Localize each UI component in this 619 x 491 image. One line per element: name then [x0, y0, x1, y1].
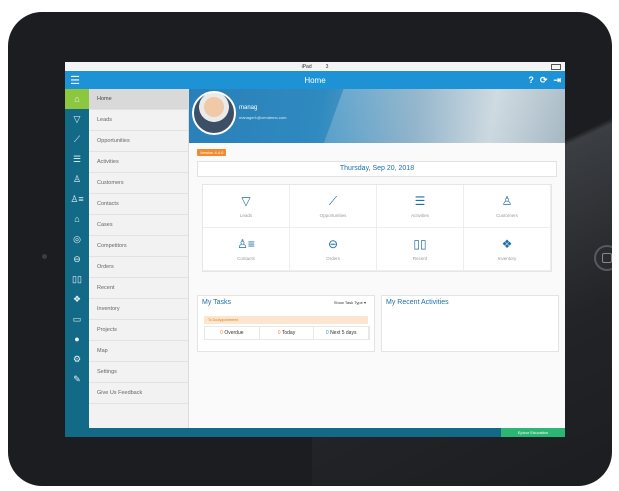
today-count[interactable]: 0 Today	[260, 327, 315, 339]
gear-icon[interactable]: ⚙	[65, 349, 89, 369]
sidebar-item-cases[interactable]: Cases	[89, 215, 188, 236]
app-screen: iPad 3 ☰ Home ? ⟳ ⇥ ⌂ ▽ ⟋ ☰ ♙ ♙≡ ⌂ ◎ ⊖ ▯…	[65, 62, 565, 437]
main-content: manag manager1@crmdemo.com Version 4.4.0…	[189, 89, 565, 428]
list-icon[interactable]: ☰	[65, 149, 89, 169]
sidebar-item-recent[interactable]: Recent	[89, 278, 188, 299]
icon-rail: ⌂ ▽ ⟋ ☰ ♙ ♙≡ ⌂ ◎ ⊖ ▯▯ ❖ ▭ ● ⚙ ✎	[65, 89, 89, 428]
task-counts: 0 Overdue 0 Today 0 Next 5 days	[204, 326, 370, 340]
sidebar-item-competitors[interactable]: Competitors	[89, 236, 188, 257]
my-tasks-panel: My Tasks Show Task Type ▾ To Do/Appointm…	[197, 295, 375, 352]
person-icon[interactable]: ♙	[65, 169, 89, 189]
tile-customers[interactable]: ♙ Customers	[464, 185, 551, 228]
task-type-filter[interactable]: Show Task Type ▾	[334, 300, 366, 305]
overdue-count[interactable]: 0 Overdue	[205, 327, 260, 339]
profile-banner: manag manager1@crmdemo.com	[189, 89, 565, 143]
trend-icon[interactable]: ⟋	[65, 129, 89, 149]
contacts-icon[interactable]: ♙≡	[65, 189, 89, 209]
contacts-icon: ♙≡	[237, 236, 255, 251]
basket-icon: ⊖	[327, 236, 339, 251]
user-email: manager1@crmdemo.com	[239, 115, 287, 120]
clock: 3	[325, 63, 329, 70]
book-icon: ▯▯	[413, 236, 427, 251]
version-badge: Version 4.4.0	[197, 149, 227, 156]
sidebar-item-settings[interactable]: Settings	[89, 362, 188, 383]
user-name: manag	[239, 105, 258, 111]
avatar[interactable]	[192, 91, 236, 135]
sidebar-item-contacts[interactable]: Contacts	[89, 194, 188, 215]
feedback-icon[interactable]: ✎	[65, 369, 89, 389]
boxes-icon[interactable]: ❖	[65, 289, 89, 309]
tile-recent[interactable]: ▯▯ Recent	[377, 228, 464, 271]
folder-icon[interactable]: ▭	[65, 309, 89, 329]
help-icon[interactable]: ?	[528, 75, 534, 86]
next-days-count[interactable]: 0 Next 5 days	[314, 327, 370, 339]
target-icon[interactable]: ◎	[65, 229, 89, 249]
epicor-education-button[interactable]: Epicor Education	[501, 428, 565, 437]
funnel-icon: ▽	[241, 193, 251, 208]
person-icon: ♙	[501, 193, 513, 208]
module-grid: ▽ Leads ⟋ Opportunities ☰ Activities ♙ Custo…	[202, 184, 552, 272]
tile-inventory[interactable]: ❖ Inventory	[464, 228, 551, 271]
top-bar: ☰ Home ? ⟳ ⇥	[65, 71, 565, 89]
sidebar-item-home[interactable]: Home	[89, 89, 188, 110]
home-icon[interactable]: ⌂	[65, 89, 89, 109]
page-title: Home	[304, 75, 326, 85]
tasks-subheading: To Do/Appointment	[204, 316, 368, 324]
tile-opportunities[interactable]: ⟋ Opportunities	[290, 185, 377, 228]
tile-leads[interactable]: ▽ Leads	[203, 185, 290, 228]
funnel-icon[interactable]: ▽	[65, 109, 89, 129]
battery-icon	[551, 64, 561, 70]
status-bar: iPad 3	[65, 62, 565, 71]
boxes-icon: ❖	[501, 236, 513, 251]
list-icon: ☰	[414, 193, 426, 208]
refresh-icon[interactable]: ⟳	[540, 75, 548, 86]
footer-bar: Epicor Education	[65, 428, 565, 437]
sidebar-item-opportunities[interactable]: Opportunities	[89, 131, 188, 152]
sidebar-item-inventory[interactable]: Inventory	[89, 299, 188, 320]
book-icon[interactable]: ▯▯	[65, 269, 89, 289]
recent-activities-panel: My Recent Activities	[381, 295, 559, 352]
map-pin-icon[interactable]: ●	[65, 329, 89, 349]
sidebar-item-projects[interactable]: Projects	[89, 320, 188, 341]
sidebar-item-activities[interactable]: Activities	[89, 152, 188, 173]
current-date: Thursday, Sep 20, 2018	[197, 161, 557, 177]
basket-icon[interactable]: ⊖	[65, 249, 89, 269]
sidebar-menu: Home Leads Opportunities Activities Cust…	[89, 89, 189, 428]
sidebar-item-orders[interactable]: Orders	[89, 257, 188, 278]
camera	[42, 254, 47, 259]
case-icon[interactable]: ⌂	[65, 209, 89, 229]
recent-title: My Recent Activities	[386, 299, 449, 306]
device-label: iPad	[301, 63, 312, 70]
logout-icon[interactable]: ⇥	[553, 75, 561, 86]
sidebar-item-customers[interactable]: Customers	[89, 173, 188, 194]
sidebar-item-map[interactable]: Map	[89, 341, 188, 362]
sidebar-item-leads[interactable]: Leads	[89, 110, 188, 131]
trend-icon: ⟋	[328, 193, 338, 208]
tile-activities[interactable]: ☰ Activities	[377, 185, 464, 228]
tile-orders[interactable]: ⊖ Orders	[290, 228, 377, 271]
tile-contacts[interactable]: ♙≡ Contacts	[203, 228, 290, 271]
sidebar-item-feedback[interactable]: Give Us Feedback	[89, 383, 188, 404]
